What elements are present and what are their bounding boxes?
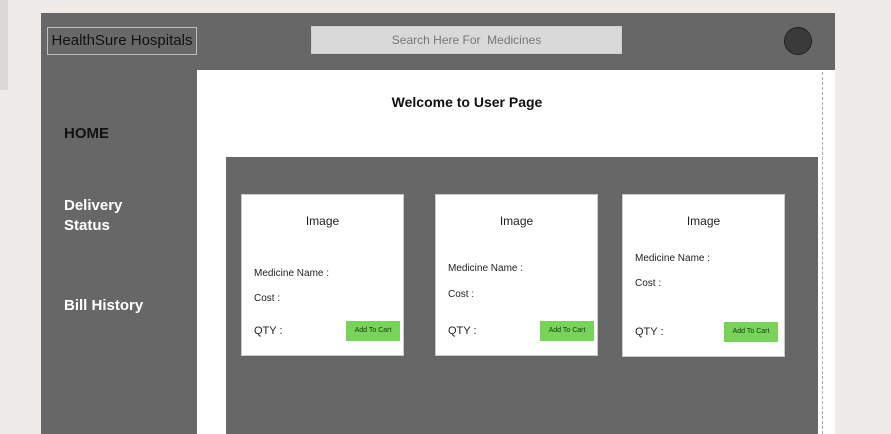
background-strip — [0, 0, 8, 90]
add-to-cart-button[interactable]: Add To Cart — [724, 322, 778, 342]
product-card: Image Medicine Name : Cost : QTY : Add T… — [241, 194, 404, 356]
medicine-name-label: Medicine Name : — [448, 263, 524, 274]
sidebar-item-bill-history[interactable]: Bill History — [64, 296, 143, 316]
cost-label: Cost : — [448, 289, 475, 300]
product-image-placeholder: Image — [305, 214, 340, 228]
page-title: Welcome to User Page — [391, 94, 543, 110]
top-bar: HealthSure Hospitals — [41, 13, 835, 70]
product-image-placeholder: Image — [686, 214, 721, 228]
add-to-cart-button[interactable]: Add To Cart — [346, 321, 400, 341]
product-card: Image Medicine Name : Cost : QTY : Add T… — [435, 194, 598, 356]
cost-label: Cost : — [254, 293, 281, 304]
divider — [822, 72, 823, 434]
avatar[interactable] — [784, 27, 812, 55]
search-input[interactable] — [311, 26, 622, 54]
product-card: Image Medicine Name : Cost : QTY : Add T… — [622, 194, 785, 357]
medicine-name-label: Medicine Name : — [254, 268, 330, 279]
app-window: HealthSure Hospitals HOME Delivery Statu… — [41, 13, 835, 434]
sidebar-item-home[interactable]: HOME — [64, 124, 109, 144]
qty-label: QTY : — [635, 326, 664, 338]
qty-label: QTY : — [448, 325, 477, 337]
add-to-cart-button[interactable]: Add To Cart — [540, 321, 594, 341]
brand-logo[interactable]: HealthSure Hospitals — [47, 27, 197, 55]
product-image-placeholder: Image — [499, 214, 534, 228]
sidebar-item-delivery-status[interactable]: Delivery Status — [64, 196, 154, 236]
product-panel: Image Medicine Name : Cost : QTY : Add T… — [226, 157, 818, 434]
cost-label: Cost : — [635, 278, 662, 289]
qty-label: QTY : — [254, 325, 283, 337]
medicine-name-label: Medicine Name : — [635, 253, 711, 264]
sidebar: HOME Delivery Status Bill History — [41, 70, 197, 434]
